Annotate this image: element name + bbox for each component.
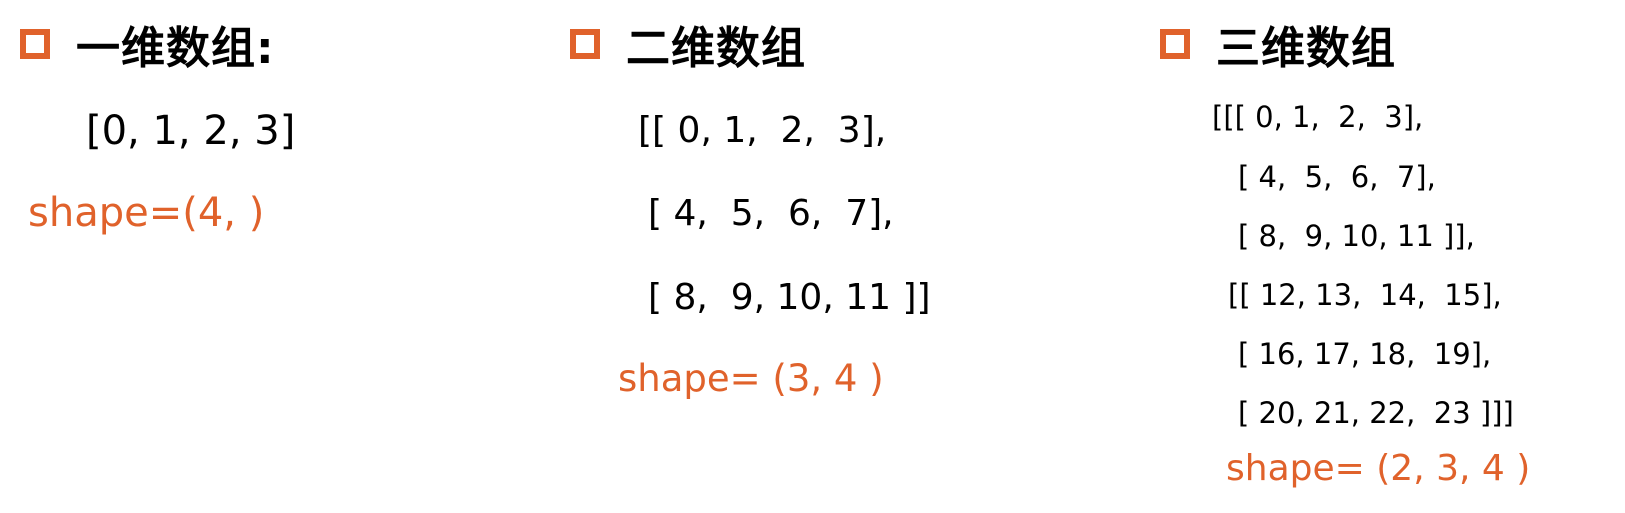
array-2d-line-3: [ 8, 9, 10, 11 ]] — [648, 277, 931, 318]
array-2d-line-2: [ 4, 5, 6, 7], — [648, 193, 894, 234]
heading-2d-array: 二维数组 — [570, 14, 806, 74]
array-1d-line-1: [0, 1, 2, 3] — [86, 108, 296, 154]
shape-1d: shape=(4, ) — [28, 190, 265, 236]
square-bullet-icon — [1160, 29, 1190, 59]
square-bullet-icon — [570, 29, 600, 59]
heading-3d-array-text: 三维数组 — [1216, 23, 1396, 74]
square-bullet-icon — [20, 29, 50, 59]
heading-1d-array-text: 一维数组: — [76, 23, 275, 74]
array-2d-line-1: [[ 0, 1, 2, 3], — [638, 110, 887, 151]
shape-3d: shape= (2, 3, 4 ) — [1226, 448, 1531, 489]
array-3d-line-4: [[ 12, 13, 14, 15], — [1228, 278, 1502, 312]
heading-2d-array-text: 二维数组 — [626, 23, 806, 74]
heading-3d-array: 三维数组 — [1160, 14, 1396, 74]
heading-1d-array: 一维数组: — [20, 14, 275, 74]
array-3d-line-2: [ 4, 5, 6, 7], — [1238, 160, 1436, 194]
shape-2d: shape= (3, 4 ) — [618, 357, 884, 400]
array-3d-line-3: [ 8, 9, 10, 11 ]], — [1238, 219, 1475, 253]
array-3d-line-6: [ 20, 21, 22, 23 ]]] — [1238, 396, 1514, 430]
array-3d-line-5: [ 16, 17, 18, 19], — [1238, 337, 1492, 371]
array-3d-line-1: [[[ 0, 1, 2, 3], — [1212, 100, 1424, 134]
